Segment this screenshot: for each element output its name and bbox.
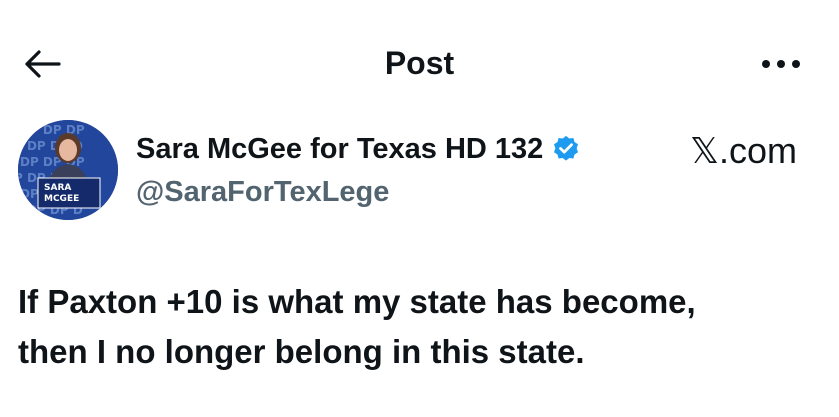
avatar-photo: DP DP DP P DP DP D DP DP DP P DP DP D DP… (18, 120, 118, 220)
svg-text:DP DP DP: DP DP DP (20, 123, 85, 137)
page-title: Post (384, 45, 455, 81)
author-name-line[interactable]: Sara McGee for Texas HD 132 (136, 132, 581, 166)
verified-badge-icon (554, 135, 579, 161)
post-text-line: If Paxton +10 is what my state has becom… (18, 283, 696, 320)
author-handle[interactable]: @SaraForTexLege (136, 175, 389, 209)
author-display-name[interactable]: Sara McGee for Texas HD 132 (136, 132, 543, 166)
avatar[interactable]: DP DP DP P DP DP D DP DP DP P DP DP D DP… (18, 120, 118, 220)
post-body: If Paxton +10 is what my state has becom… (18, 277, 823, 377)
top-bar: Post (0, 0, 839, 120)
avatar-sign-text-2: MCGEE (44, 194, 79, 204)
more-options-button[interactable] (757, 44, 805, 84)
x-com-watermark: 𝕏.com (689, 130, 797, 171)
more-horizontal-icon (762, 60, 800, 68)
avatar-sign-text-1: SARA (44, 183, 71, 193)
post-text-line: then I no longer belong in this state. (18, 333, 585, 370)
